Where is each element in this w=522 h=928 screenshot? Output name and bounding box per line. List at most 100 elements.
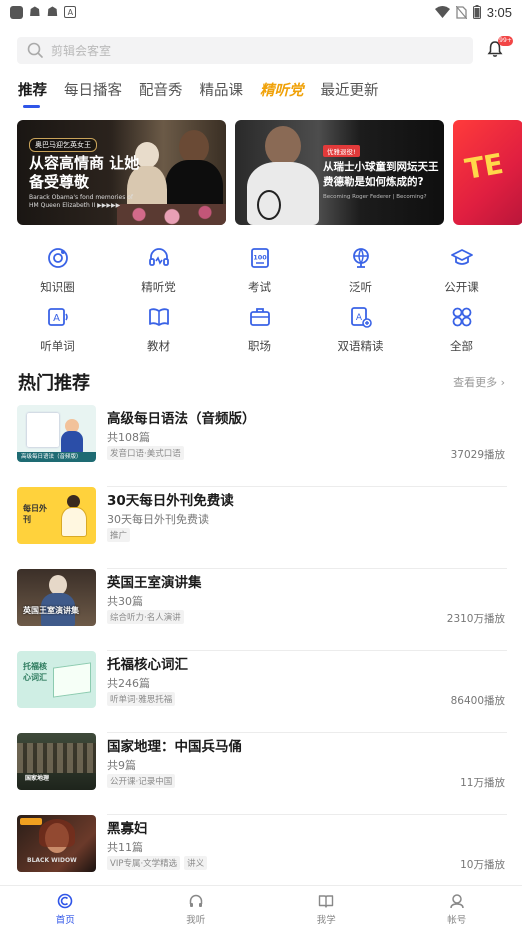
- briefcase-icon: [247, 304, 273, 330]
- banner-ted[interactable]: TE: [453, 120, 522, 225]
- item-plays: 37029播放: [450, 449, 505, 461]
- search-input[interactable]: 剪辑会客室: [17, 36, 473, 64]
- clock: 3:05: [486, 4, 512, 20]
- thumb-caption: 每日外刊: [23, 504, 47, 524]
- grid-item-all[interactable]: 全部: [411, 304, 512, 363]
- wifi-icon: [434, 6, 450, 18]
- section-title: 热门推荐: [18, 373, 90, 394]
- list-item[interactable]: 国家地理 国家地理：中国兵马俑 共9篇 公开课·记录中国 11万播放: [17, 733, 507, 815]
- item-thumbnail: 英国王室演讲集: [17, 569, 96, 626]
- item-thumbnail: 每日外刊: [17, 487, 96, 544]
- banner-person-figure: [265, 126, 301, 166]
- bottom-nav: 首页 我听 我学 帐号: [0, 885, 522, 928]
- grid-item-extensive-listening[interactable]: 泛听: [310, 245, 411, 304]
- nav-label: 我学: [316, 915, 336, 926]
- item-tags: VIP专属·文学精选 讲义: [107, 856, 208, 870]
- grid-label: 泛听: [349, 280, 372, 294]
- grid-item-open-course[interactable]: 公开课: [411, 245, 512, 304]
- list-item[interactable]: 英国王室演讲集 英国王室演讲集 共30篇 综合听力·名人演讲 2310万播放: [17, 569, 507, 651]
- list-item[interactable]: 每日外刊 30天每日外刊免费读 30天每日外刊免费读 推广: [17, 487, 507, 569]
- list-item[interactable]: 托福核心词汇 托福核心词汇 共246篇 听单词·雅思托福 86400播放: [17, 651, 507, 733]
- thumb-person: [61, 507, 87, 537]
- tab-intensive-listening[interactable]: 精听党: [260, 80, 304, 110]
- status-system: 3:05: [434, 4, 512, 20]
- category-tabs: 推荐 每日播客 配音秀 精品课 精听党 最近更新: [18, 80, 396, 110]
- item-plays: 2310万播放: [446, 613, 505, 625]
- svg-text:A: A: [355, 313, 362, 323]
- thumb-caption: 托福核心词汇: [23, 662, 47, 682]
- item-tag: 公开课·记录中国: [107, 774, 176, 788]
- item-tag: 综合听力·名人演讲: [107, 610, 184, 624]
- tab-dubbing[interactable]: 配音秀: [139, 80, 183, 110]
- banner-subtitle: Barack Obama's fond memories of HM Queen…: [29, 194, 134, 209]
- tab-daily-podcast[interactable]: 每日播客: [64, 80, 122, 110]
- item-thumbnail: 国家地理: [17, 733, 96, 790]
- list-item[interactable]: 高级每日语法（音频版） 高级每日语法（音频版） 共108篇 发音口语·美式口语 …: [17, 405, 507, 487]
- headphones-icon: [189, 894, 202, 907]
- svg-text:A: A: [53, 313, 60, 324]
- notification-badge: 99+: [498, 36, 513, 46]
- banner-tag: 优雅退役!: [323, 145, 360, 157]
- grid-label: 双语精读: [337, 339, 384, 353]
- thumb-soldiers: [17, 743, 96, 773]
- item-tags: 发音口语·美式口语: [107, 446, 184, 460]
- thumb-person: [49, 575, 67, 595]
- exam-icon: 100: [247, 245, 273, 271]
- item-title: 30天每日外刊免费读: [107, 493, 234, 509]
- grid-item-listen-words[interactable]: A 听单词: [7, 304, 108, 363]
- grid-label: 考试: [248, 280, 271, 294]
- tennis-racket-icon: [257, 190, 281, 220]
- grid-item-workplace[interactable]: 职场: [209, 304, 310, 363]
- grid-label: 教材: [147, 339, 170, 353]
- banner-federer[interactable]: 优雅退役! 从瑞士小球童到网坛天王 费德勒是如何炼成的? Becoming Ro…: [235, 120, 444, 225]
- knowledge-circle-icon: [45, 245, 71, 271]
- svg-text:100: 100: [253, 254, 267, 262]
- nav-account[interactable]: 帐号: [392, 886, 522, 928]
- home-icon: [57, 893, 73, 909]
- nav-home[interactable]: 首页: [0, 886, 131, 928]
- feature-grid: 知识圈 精听党 100 考试 泛听 公开课 A 听单词 教材 职场 A 双语精读…: [0, 245, 522, 363]
- grid-label: 公开课: [444, 280, 479, 294]
- nav-label: 我听: [186, 915, 206, 926]
- thumb-person: [61, 431, 83, 453]
- banner-obama[interactable]: 奥巴马迎乞英女王 从容高情商 让她备受尊敬 Barack Obama's fon…: [17, 120, 226, 225]
- bug-icon: ☗: [46, 4, 59, 20]
- item-count: 共246篇: [107, 677, 150, 690]
- item-tag: 发音口语·美式口语: [107, 446, 184, 460]
- grid-label: 精听党: [141, 280, 176, 294]
- thumb-caption: 英国王室演讲集: [23, 606, 79, 615]
- item-title: 国家地理：中国兵马俑: [107, 739, 242, 755]
- nav-my-listening[interactable]: 我听: [131, 886, 262, 928]
- view-more-link[interactable]: 查看更多 ›: [453, 374, 505, 390]
- grid-item-bilingual-reading[interactable]: A 双语精读: [310, 304, 411, 363]
- grid-item-knowledge-circle[interactable]: 知识圈: [7, 245, 108, 304]
- item-count: 共30篇: [107, 595, 143, 608]
- view-more-label: 查看更多: [453, 376, 498, 389]
- font-a-icon: A: [64, 6, 77, 18]
- grid-item-intensive-listening[interactable]: 精听党: [108, 245, 209, 304]
- banner-person-figure: [247, 162, 319, 225]
- grid-item-exam[interactable]: 100 考试: [209, 245, 310, 304]
- tab-recommend[interactable]: 推荐: [18, 80, 47, 110]
- globe-icon: [348, 245, 374, 271]
- banner-logo-text: TE: [462, 146, 506, 187]
- item-thumbnail: 高级每日语法（音频版）: [17, 405, 96, 462]
- status-notifications: ☗ ☗ A: [10, 4, 77, 20]
- item-count: 共9篇: [107, 759, 136, 772]
- banner-carousel: 奥巴马迎乞英女王 从容高情商 让她备受尊敬 Barack Obama's fon…: [17, 120, 522, 225]
- tab-premium-course[interactable]: 精品课: [200, 80, 244, 110]
- nav-label: 首页: [55, 915, 75, 926]
- thumb-hair: [39, 819, 75, 847]
- tab-recent-updates[interactable]: 最近更新: [321, 80, 379, 110]
- notification-button[interactable]: 99+: [485, 36, 513, 60]
- grid-label: 职场: [248, 339, 271, 353]
- search-icon: [27, 42, 43, 58]
- item-title: 托福核心词汇: [107, 657, 188, 673]
- item-tags: 听单词·雅思托福: [107, 692, 176, 706]
- item-tag: 讲义: [184, 856, 208, 870]
- banner-title: 从容高情商 让她备受尊敬: [29, 154, 140, 191]
- nav-my-study[interactable]: 我学: [261, 886, 392, 928]
- grid-item-textbook[interactable]: 教材: [108, 304, 209, 363]
- thumb-caption: 高级每日语法（音频版）: [17, 452, 96, 462]
- book-icon: [146, 304, 172, 330]
